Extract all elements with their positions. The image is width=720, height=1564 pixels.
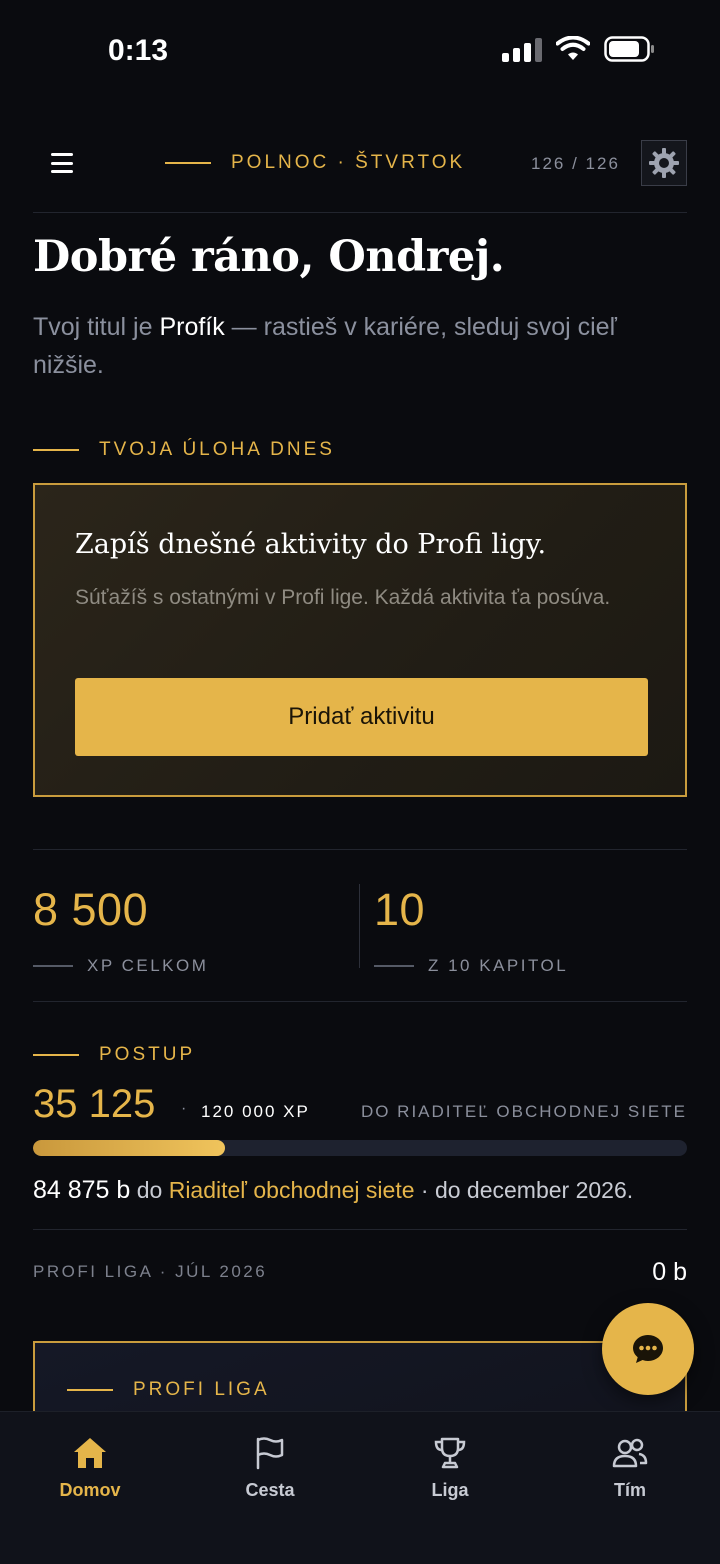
- liga-points: 0 b: [652, 1258, 687, 1286]
- nav-item-cesta[interactable]: Cesta: [180, 1412, 360, 1564]
- progress-goal: DO RIADITEĽ OBCHODNEJ SIETE: [360, 1102, 687, 1121]
- goal-link[interactable]: Riaditeľ obchodnej siete: [169, 1177, 415, 1203]
- settings-button[interactable]: [641, 140, 687, 186]
- menu-icon[interactable]: [51, 153, 73, 173]
- progress-section-label: POSTUP: [33, 1044, 195, 1066]
- nav-item-liga[interactable]: Liga: [360, 1412, 540, 1564]
- wifi-icon: [556, 36, 590, 60]
- trophy-icon: [434, 1437, 466, 1469]
- progress-separator: ·: [181, 1100, 187, 1117]
- header-divider: [33, 212, 687, 213]
- greeting-title: Dobré ráno, Ondrej.: [33, 232, 505, 282]
- stats-divider-top: [33, 849, 687, 850]
- gear-icon: [649, 148, 679, 178]
- users-icon: [612, 1438, 648, 1468]
- signal-icon: [502, 36, 542, 62]
- liga-card-label: PROFI LIGA: [67, 1379, 270, 1401]
- user-title: Profík: [159, 313, 225, 341]
- status-bar: 0:13: [0, 0, 720, 110]
- chat-icon: [633, 1335, 663, 1363]
- nav-item-domov[interactable]: Domov: [0, 1412, 180, 1564]
- header-label-text: POLNOC · ŠTVRTOK: [231, 152, 466, 173]
- stat-value: 8 500: [33, 884, 149, 935]
- battery-icon: [604, 36, 654, 62]
- home-icon: [74, 1438, 106, 1468]
- status-time: 0:13: [108, 34, 169, 67]
- nav-item-tim[interactable]: Tím: [540, 1412, 720, 1564]
- greeting-subtitle: Tvoj titul je Profík — rastieš v kariére…: [33, 313, 617, 379]
- status-icons: [502, 36, 656, 62]
- day-counter: 126 / 126: [531, 154, 620, 173]
- progress-bar: [33, 1140, 687, 1156]
- liga-divider: [33, 1229, 687, 1230]
- progress-remaining-text: 84 875 b do Riaditeľ obchodnej siete · d…: [33, 1176, 634, 1204]
- task-title: Zapíš dnešné aktivity do Profi ligy.: [75, 529, 547, 560]
- task-section-label: TVOJA ÚLOHA DNES: [33, 439, 335, 461]
- stat-separator: [359, 884, 360, 968]
- task-description: Súťažíš s ostatnými v Profi lige. Každá …: [75, 586, 611, 609]
- stat-value: 10: [374, 884, 426, 935]
- flag-icon: [256, 1437, 284, 1470]
- header-label: POLNOC · ŠTVRTOK: [165, 152, 465, 174]
- stat-label: XP CELKOM: [87, 956, 209, 975]
- stat-chapters: 10 Z 10 KAPITOL: [374, 884, 568, 976]
- stat-xp-total: 8 500 XP CELKOM: [33, 884, 208, 976]
- progress-fill: [33, 1140, 225, 1156]
- bottom-nav: Domov Cesta Liga Tím: [0, 1411, 720, 1564]
- stats-divider-bottom: [33, 1001, 687, 1002]
- task-card: Zapíš dnešné aktivity do Profi ligy. Súť…: [33, 483, 687, 797]
- add-activity-button[interactable]: Pridať aktivitu: [75, 678, 648, 756]
- chat-button[interactable]: [602, 1303, 694, 1395]
- liga-label: PROFI LIGA · JÚL 2026: [33, 1262, 268, 1281]
- top-bar: POLNOC · ŠTVRTOK 126 / 126: [33, 140, 687, 188]
- stat-label: Z 10 KAPITOL: [428, 956, 569, 975]
- progress-value: 35 125: [33, 1082, 156, 1126]
- progress-summary: 35 125 · 120 000 XP DO RIADITEĽ OBCHODNE…: [33, 1082, 687, 1128]
- progress-target: 120 000 XP: [201, 1102, 310, 1121]
